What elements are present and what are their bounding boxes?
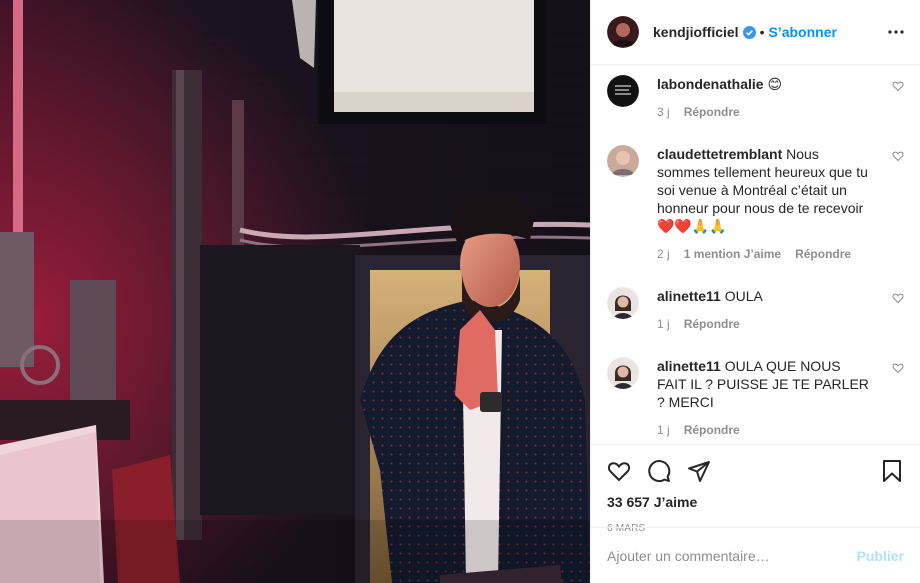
- comment-time[interactable]: 2 j: [657, 245, 670, 263]
- follow-button[interactable]: S’abonner: [768, 24, 836, 40]
- comment-item: alinette11 OULA 1 j Répondre: [607, 287, 904, 357]
- comment-username[interactable]: alinette11: [657, 358, 721, 374]
- comment-time[interactable]: 3 j: [657, 103, 670, 121]
- comment-bubble-icon[interactable]: [647, 459, 671, 483]
- comment-username[interactable]: alinette11: [657, 288, 721, 304]
- comment-item: alinette11 OULA QUE NOUS FAIT IL ? PUISS…: [607, 357, 904, 443]
- author-username[interactable]: kendjiofficiel: [653, 24, 739, 40]
- publish-button[interactable]: Publier: [857, 548, 904, 564]
- comment-text: OULA: [724, 288, 763, 304]
- like-comment-heart-icon[interactable]: [892, 361, 904, 374]
- like-comment-heart-icon[interactable]: [892, 149, 904, 162]
- like-heart-icon[interactable]: [607, 459, 631, 483]
- reply-button[interactable]: Répondre: [684, 103, 740, 121]
- post-actions: 33 657 J’aime 6 MARS Publier: [591, 444, 920, 583]
- more-horizontal-icon[interactable]: [888, 24, 904, 40]
- comment-item: labondenathalie 😊 3 j Répondre: [607, 75, 904, 145]
- post-header: kendjiofficiel • S’abonner: [591, 0, 920, 65]
- comment-text: 😊: [767, 76, 783, 92]
- comment-time[interactable]: 1 j: [657, 315, 670, 333]
- comments-list: labondenathalie 😊 3 j Répondre claudette…: [591, 65, 920, 444]
- post-sidebar: kendjiofficiel • S’abonner labondenathal…: [590, 0, 920, 583]
- comment-time[interactable]: 1 j: [657, 421, 670, 439]
- comment-username[interactable]: labondenathalie: [657, 76, 764, 92]
- commenter-avatar[interactable]: [607, 75, 639, 107]
- post-image: [0, 0, 590, 583]
- separator-dot: •: [759, 24, 765, 40]
- share-paper-plane-icon[interactable]: [687, 459, 711, 483]
- commenter-avatar[interactable]: [607, 357, 639, 389]
- comment-username[interactable]: claudettetremblant: [657, 146, 782, 162]
- comment-likes[interactable]: 1 mention J’aime: [684, 245, 781, 263]
- commenter-avatar[interactable]: [607, 287, 639, 319]
- comment-composer: Publier: [591, 527, 920, 583]
- instagram-post: kendjiofficiel • S’abonner labondenathal…: [0, 0, 920, 583]
- comment-item: claudettetremblant Nous sommes tellement…: [607, 145, 904, 287]
- reply-button[interactable]: Répondre: [795, 245, 851, 263]
- like-comment-heart-icon[interactable]: [892, 291, 904, 304]
- reply-button[interactable]: Répondre: [684, 421, 740, 439]
- likes-count[interactable]: 33 657 J’aime: [607, 494, 904, 510]
- commenter-avatar[interactable]: [607, 145, 639, 177]
- comment-input[interactable]: [607, 547, 857, 564]
- like-comment-heart-icon[interactable]: [892, 79, 904, 92]
- post-photo[interactable]: [0, 0, 590, 583]
- save-bookmark-icon[interactable]: [880, 459, 904, 483]
- reply-button[interactable]: Répondre: [684, 315, 740, 333]
- verified-badge-icon: [742, 25, 756, 39]
- author-avatar[interactable]: [607, 16, 639, 48]
